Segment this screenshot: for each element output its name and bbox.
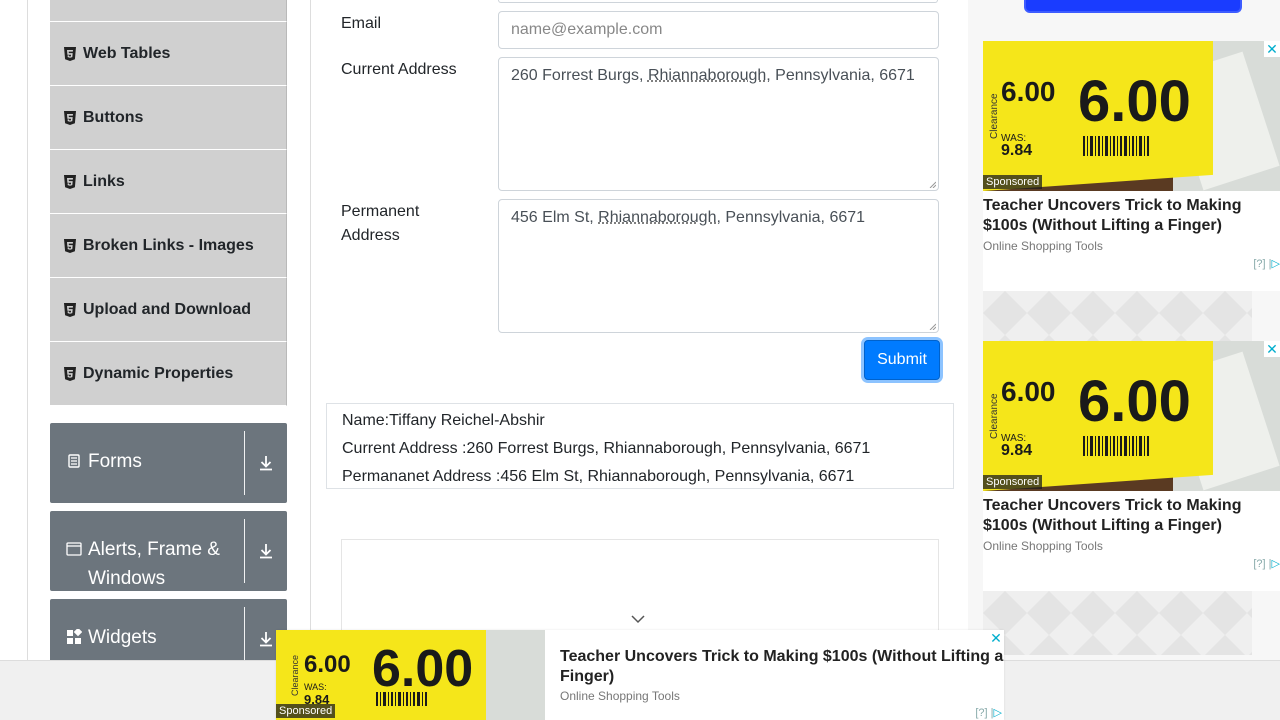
adchoices-label: [?] bbox=[1253, 558, 1266, 570]
price-tag-image: Clearance 6.00 6.00 WAS: 9.84 bbox=[983, 341, 1280, 491]
group-label: Widgets bbox=[88, 627, 157, 648]
output-name: Name:Tiffany Reichel-Abshir bbox=[342, 412, 545, 429]
group-forms[interactable]: Forms bbox=[50, 423, 287, 503]
group-alerts-frame-windows[interactable]: Alerts, Frame & Windows bbox=[50, 511, 287, 591]
html5-icon bbox=[64, 366, 76, 381]
divider bbox=[244, 519, 245, 583]
current-address-label: Current Address bbox=[341, 61, 457, 78]
output-box: Name:Tiffany Reichel-Abshir Current Addr… bbox=[326, 403, 954, 489]
main-content: Email name@example.com Current Address 2… bbox=[312, 0, 968, 720]
sidebar-item-web-tables[interactable]: Web Tables bbox=[50, 22, 287, 86]
bottom-ad[interactable]: Clearance 6.00 6.00 WAS: 9.84 Sponsored … bbox=[276, 630, 1004, 720]
tag-clearance: Clearance bbox=[989, 93, 1000, 139]
ad-pattern-strip bbox=[983, 591, 1252, 655]
close-icon[interactable]: ✕ bbox=[988, 630, 1004, 646]
resize-handle-icon[interactable] bbox=[929, 181, 936, 188]
tag-price-big: 6.00 bbox=[1078, 369, 1191, 434]
sidebar-item-broken-links[interactable]: Broken Links - Images bbox=[50, 214, 287, 278]
full-name-input-partial[interactable] bbox=[498, 0, 938, 3]
tag-clearance: Clearance bbox=[989, 393, 1000, 439]
sidebar-item-partial[interactable] bbox=[50, 0, 287, 22]
elements-menu-list: Web Tables Buttons Links Broken Links - … bbox=[50, 0, 287, 406]
ad-source[interactable]: Online Shopping Tools bbox=[560, 689, 680, 703]
ad-pattern-strip bbox=[983, 291, 1252, 343]
submit-button[interactable]: Submit bbox=[864, 340, 940, 380]
widgets-icon bbox=[67, 629, 82, 644]
ad-title[interactable]: Teacher Uncovers Trick to Making $100s (… bbox=[983, 196, 1280, 236]
adchoices-label: [?] bbox=[1253, 258, 1266, 270]
tag-price-big: 6.00 bbox=[1078, 69, 1191, 134]
permanent-address-textarea[interactable]: 456 Elm St, Rhiannaborough, Pennsylvania… bbox=[498, 199, 939, 333]
tag-was: WAS: bbox=[304, 682, 327, 692]
download-arrow-icon bbox=[260, 544, 272, 559]
sidebar-item-label: Buttons bbox=[83, 108, 144, 126]
download-arrow-icon bbox=[260, 632, 272, 647]
html5-icon bbox=[64, 110, 76, 125]
sidebar-item-buttons[interactable]: Buttons bbox=[50, 86, 287, 150]
current-address-textarea[interactable]: 260 Forrest Burgs, Rhiannaborough, Penns… bbox=[498, 57, 939, 191]
group-label: Alerts, Frame & Windows bbox=[88, 539, 220, 589]
close-icon[interactable]: ✕ bbox=[1264, 341, 1280, 357]
html5-icon bbox=[64, 46, 76, 61]
sidebar-item-label: Links bbox=[83, 172, 125, 190]
output-current-address: Current Address :260 Forrest Burgs, Rhia… bbox=[342, 440, 871, 457]
download-arrow-icon bbox=[260, 456, 272, 471]
tag-was-price: 9.84 bbox=[1001, 442, 1032, 459]
sidebar: Web Tables Buttons Links Broken Links - … bbox=[28, 0, 311, 720]
adchoices-icon[interactable]: [?] |▷ bbox=[975, 706, 1002, 719]
ad-source[interactable]: Online Shopping Tools bbox=[983, 239, 1103, 253]
sponsored-badge: Sponsored bbox=[983, 175, 1043, 189]
tag-price-small: 6.00 bbox=[304, 651, 351, 678]
current-address-text-1: 260 Forrest Burgs, bbox=[511, 67, 648, 84]
html5-icon bbox=[64, 238, 76, 253]
group-label: Forms bbox=[88, 451, 142, 472]
resize-handle-icon[interactable] bbox=[929, 323, 936, 330]
ad-image[interactable]: Clearance 6.00 6.00 WAS: 9.84 bbox=[983, 341, 1280, 491]
tag-clearance: Clearance bbox=[290, 655, 300, 696]
html5-icon bbox=[64, 302, 76, 317]
tag-price-big: 6.00 bbox=[372, 640, 473, 698]
sidebar-item-label: Web Tables bbox=[83, 44, 171, 62]
window-icon bbox=[66, 542, 82, 556]
tag-price-small: 6.00 bbox=[1001, 76, 1056, 107]
tag-price-small: 6.00 bbox=[1001, 376, 1056, 407]
ad-source[interactable]: Online Shopping Tools bbox=[983, 539, 1103, 553]
output-permanent-address: Permananet Address :456 Elm St, Rhiannab… bbox=[342, 468, 855, 485]
chevron-down-icon[interactable] bbox=[630, 612, 646, 626]
left-gutter bbox=[0, 0, 28, 720]
ad-column: Clearance 6.00 6.00 WAS: 9.84 Sponsored … bbox=[968, 0, 1280, 720]
close-icon[interactable]: ✕ bbox=[1264, 41, 1280, 57]
sponsored-badge: Sponsored bbox=[983, 475, 1043, 489]
sidebar-item-label: Dynamic Properties bbox=[83, 364, 234, 382]
ad-image[interactable]: Clearance 6.00 6.00 WAS: 9.84 bbox=[983, 41, 1280, 191]
adchoices-label: [?] bbox=[975, 707, 988, 719]
permanent-address-text-1: 456 Elm St, bbox=[511, 209, 599, 226]
sponsored-badge: Sponsored bbox=[276, 704, 336, 718]
html5-icon bbox=[64, 174, 76, 189]
adchoices-icon[interactable]: [?] |▷ bbox=[1253, 557, 1280, 570]
sidebar-item-upload-download[interactable]: Upload and Download bbox=[50, 278, 287, 342]
permanent-address-text-3: , Pennsylvania, 6671 bbox=[716, 209, 866, 226]
permanent-address-label: Permanent Address bbox=[341, 203, 420, 244]
tag-was-price: 9.84 bbox=[1001, 142, 1032, 159]
sidebar-item-links[interactable]: Links bbox=[50, 150, 287, 214]
email-input[interactable]: name@example.com bbox=[498, 11, 939, 49]
ad-button-partial[interactable] bbox=[1024, 0, 1242, 13]
ad-title[interactable]: Teacher Uncovers Trick to Making $100s (… bbox=[560, 647, 1005, 687]
adchoices-icon[interactable]: [?] |▷ bbox=[1253, 257, 1280, 270]
current-address-text-3: , Pennsylvania, 6671 bbox=[766, 67, 915, 84]
side-ad-2[interactable]: Clearance 6.00 6.00 WAS: 9.84 Sponsored … bbox=[983, 341, 1280, 591]
divider bbox=[244, 431, 245, 495]
form-icon bbox=[68, 454, 80, 468]
sidebar-item-label: Broken Links - Images bbox=[83, 236, 254, 254]
current-address-text-2: Rhiannaborough bbox=[647, 67, 767, 84]
sidebar-item-label: Upload and Download bbox=[83, 300, 251, 318]
sidebar-item-dynamic-properties[interactable]: Dynamic Properties bbox=[50, 342, 287, 406]
permanent-address-text-2: Rhiannaborough bbox=[598, 209, 717, 226]
email-label: Email bbox=[341, 15, 382, 32]
ad-title[interactable]: Teacher Uncovers Trick to Making $100s (… bbox=[983, 496, 1280, 536]
price-tag-image: Clearance 6.00 6.00 WAS: 9.84 bbox=[983, 41, 1280, 191]
side-ad-1[interactable]: Clearance 6.00 6.00 WAS: 9.84 Sponsored … bbox=[983, 41, 1280, 291]
